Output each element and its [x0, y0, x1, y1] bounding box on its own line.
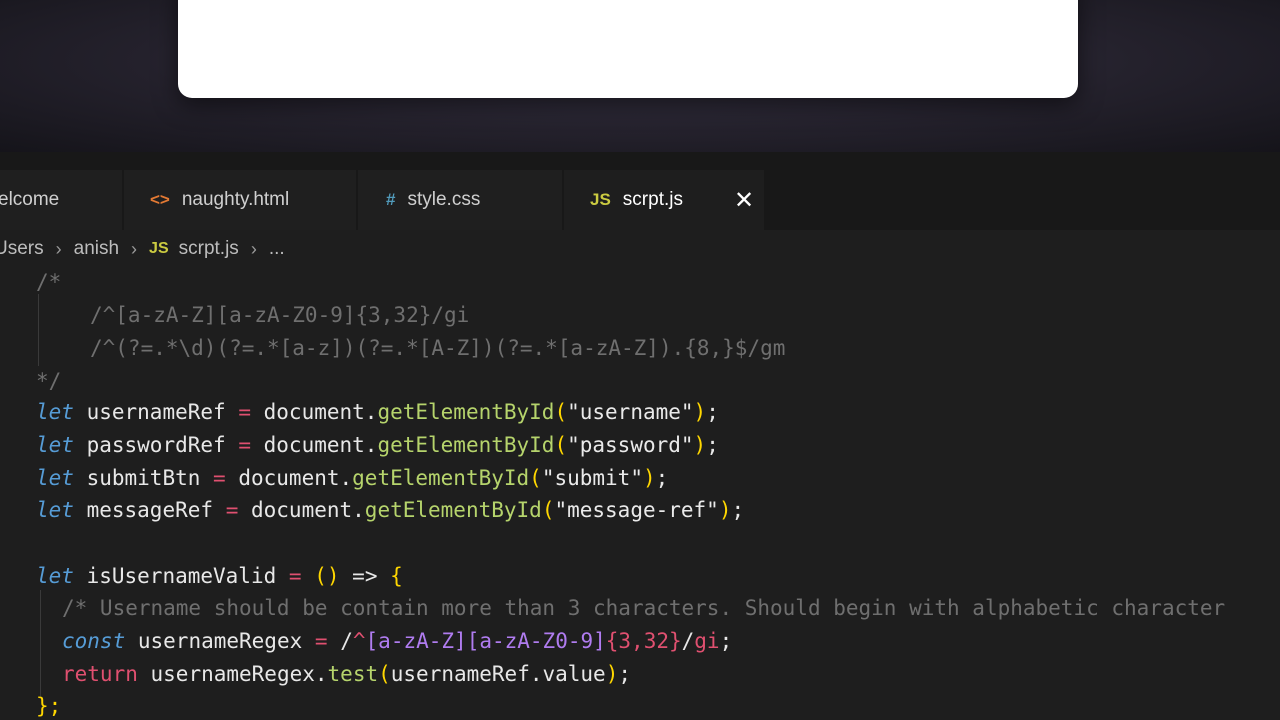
breadcrumb-item-users[interactable]: Users — [0, 238, 44, 260]
code-line: let messageRef = document.getElementById… — [36, 498, 745, 522]
code-line: /^[a-zA-Z][a-zA-Z0-9]{3,32}/gi — [90, 303, 470, 327]
tab-label: scrpt.js — [622, 189, 683, 210]
code-line: /^(?=.*\d)(?=.*[a-z])(?=.*[A-Z])(?=.*[a-… — [90, 336, 786, 360]
code-line: const usernameRegex = /^[a-zA-Z][a-zA-Z0… — [62, 629, 733, 653]
indent-guide — [40, 590, 41, 698]
tab-label: style.css — [407, 189, 481, 210]
code-line: }; — [36, 694, 62, 718]
tab-style-css[interactable]: # style.css — [358, 170, 562, 230]
tab-naughty-html[interactable]: <> naughty.html — [124, 170, 356, 230]
code-line: */ — [36, 369, 62, 393]
indent-guide — [38, 294, 39, 366]
code-line: let usernameRef = document.getElementByI… — [36, 400, 719, 424]
js-file-icon: JS — [149, 240, 169, 257]
chevron-right-icon: › — [250, 238, 257, 259]
preview-card — [178, 0, 1078, 98]
breadcrumb-item-anish[interactable]: anish — [74, 238, 119, 260]
code-line: /* — [36, 270, 62, 294]
code-line: /* Username should be contain more than … — [62, 596, 1226, 620]
html-file-icon: <> — [150, 190, 170, 209]
editor-tab-bar: elcome <> naughty.html # style.css JS sc… — [0, 170, 1280, 230]
code-line: let submitBtn = document.getElementById(… — [36, 466, 669, 490]
breadcrumb-item-symbols[interactable]: ... — [269, 238, 285, 260]
close-icon[interactable]: ✕ — [734, 170, 754, 230]
breadcrumb-item-file[interactable]: scrpt.js — [179, 238, 239, 260]
code-line: return usernameRegex.test(usernameRef.va… — [62, 662, 632, 686]
css-file-icon: # — [386, 190, 396, 209]
tab-welcome[interactable]: elcome — [0, 170, 122, 230]
panel-divider — [0, 152, 1280, 170]
js-file-icon: JS — [590, 190, 611, 209]
code-line: let isUsernameValid = () => { — [36, 564, 403, 588]
tab-label: elcome — [0, 189, 60, 210]
code-editor[interactable]: /* /^[a-zA-Z][a-zA-Z0-9]{3,32}/gi /^(?=.… — [0, 268, 1280, 720]
chevron-right-icon: › — [55, 238, 62, 259]
code-line: let passwordRef = document.getElementByI… — [36, 433, 719, 457]
breadcrumb: Users › anish › JS scrpt.js › ... — [0, 230, 1280, 268]
browser-preview — [0, 0, 1280, 152]
tab-label: naughty.html — [181, 189, 290, 210]
chevron-right-icon: › — [131, 238, 138, 259]
